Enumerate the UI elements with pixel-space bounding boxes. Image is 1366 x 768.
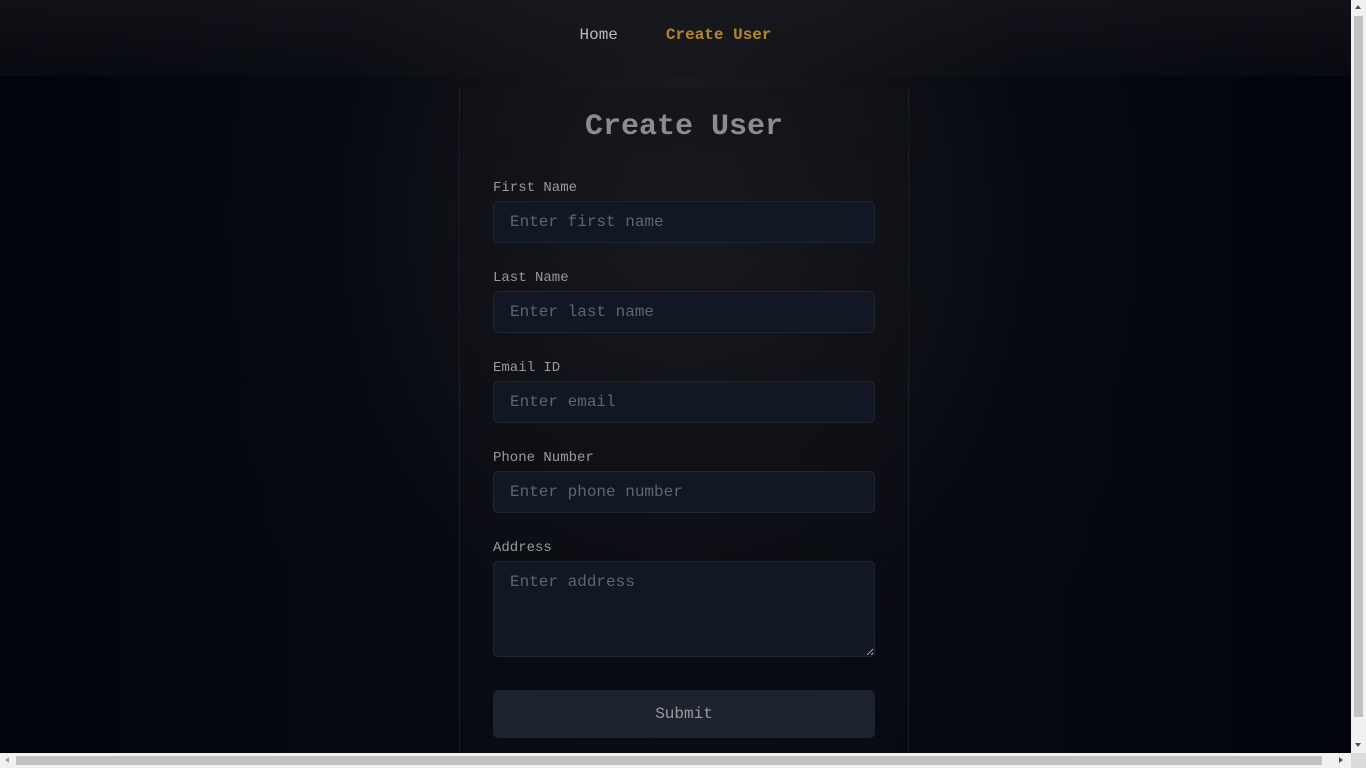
phone-number-input[interactable]: [493, 471, 875, 513]
last-name-label: Last Name: [493, 270, 569, 286]
page-title: Create User: [584, 110, 784, 144]
top-nav: Home Create User: [0, 0, 1351, 76]
scroll-down-arrow-icon[interactable]: [1355, 743, 1361, 747]
phone-number-label: Phone Number: [493, 450, 594, 466]
horizontal-scrollbar[interactable]: [0, 753, 1351, 768]
email-input[interactable]: [493, 381, 875, 423]
vertical-scrollbar[interactable]: [1351, 0, 1366, 753]
scroll-up-arrow-icon[interactable]: [1355, 5, 1361, 9]
vertical-scroll-thumb[interactable]: [1354, 16, 1363, 717]
address-label: Address: [493, 540, 552, 556]
create-user-form: Create User First Name Last Name Email I…: [459, 88, 909, 753]
email-label: Email ID: [493, 360, 561, 376]
scroll-left-arrow-icon[interactable]: [5, 757, 9, 763]
submit-button[interactable]: Submit: [493, 690, 875, 738]
last-name-input[interactable]: [493, 291, 875, 333]
horizontal-scroll-thumb[interactable]: [16, 756, 1322, 765]
nav-create-user-link[interactable]: Create User: [642, 26, 796, 44]
first-name-label: First Name: [493, 180, 578, 196]
page-background: Home Create User Create User First Name …: [0, 0, 1351, 753]
scroll-right-arrow-icon[interactable]: [1339, 757, 1343, 763]
address-textarea[interactable]: [493, 561, 875, 657]
first-name-input[interactable]: [493, 201, 875, 243]
nav-home-link[interactable]: Home: [555, 26, 641, 44]
scrollbar-corner: [1351, 753, 1366, 768]
